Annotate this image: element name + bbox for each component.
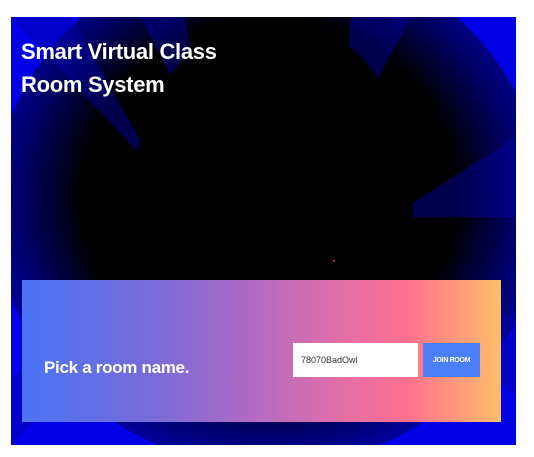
page-title: Smart Virtual Class Room System: [21, 39, 217, 97]
join-room-button[interactable]: JOIN ROOM: [423, 343, 480, 377]
hero-section: Smart Virtual Class Room System Pick a r…: [11, 17, 516, 445]
room-picker-prompt: Pick a room name.: [44, 358, 190, 377]
page: Smart Virtual Class Room System Pick a r…: [0, 0, 534, 457]
room-name-input[interactable]: [293, 343, 418, 377]
red-dot-marker: [333, 260, 335, 262]
room-picker-banner: Pick a room name. JOIN ROOM: [22, 280, 501, 422]
